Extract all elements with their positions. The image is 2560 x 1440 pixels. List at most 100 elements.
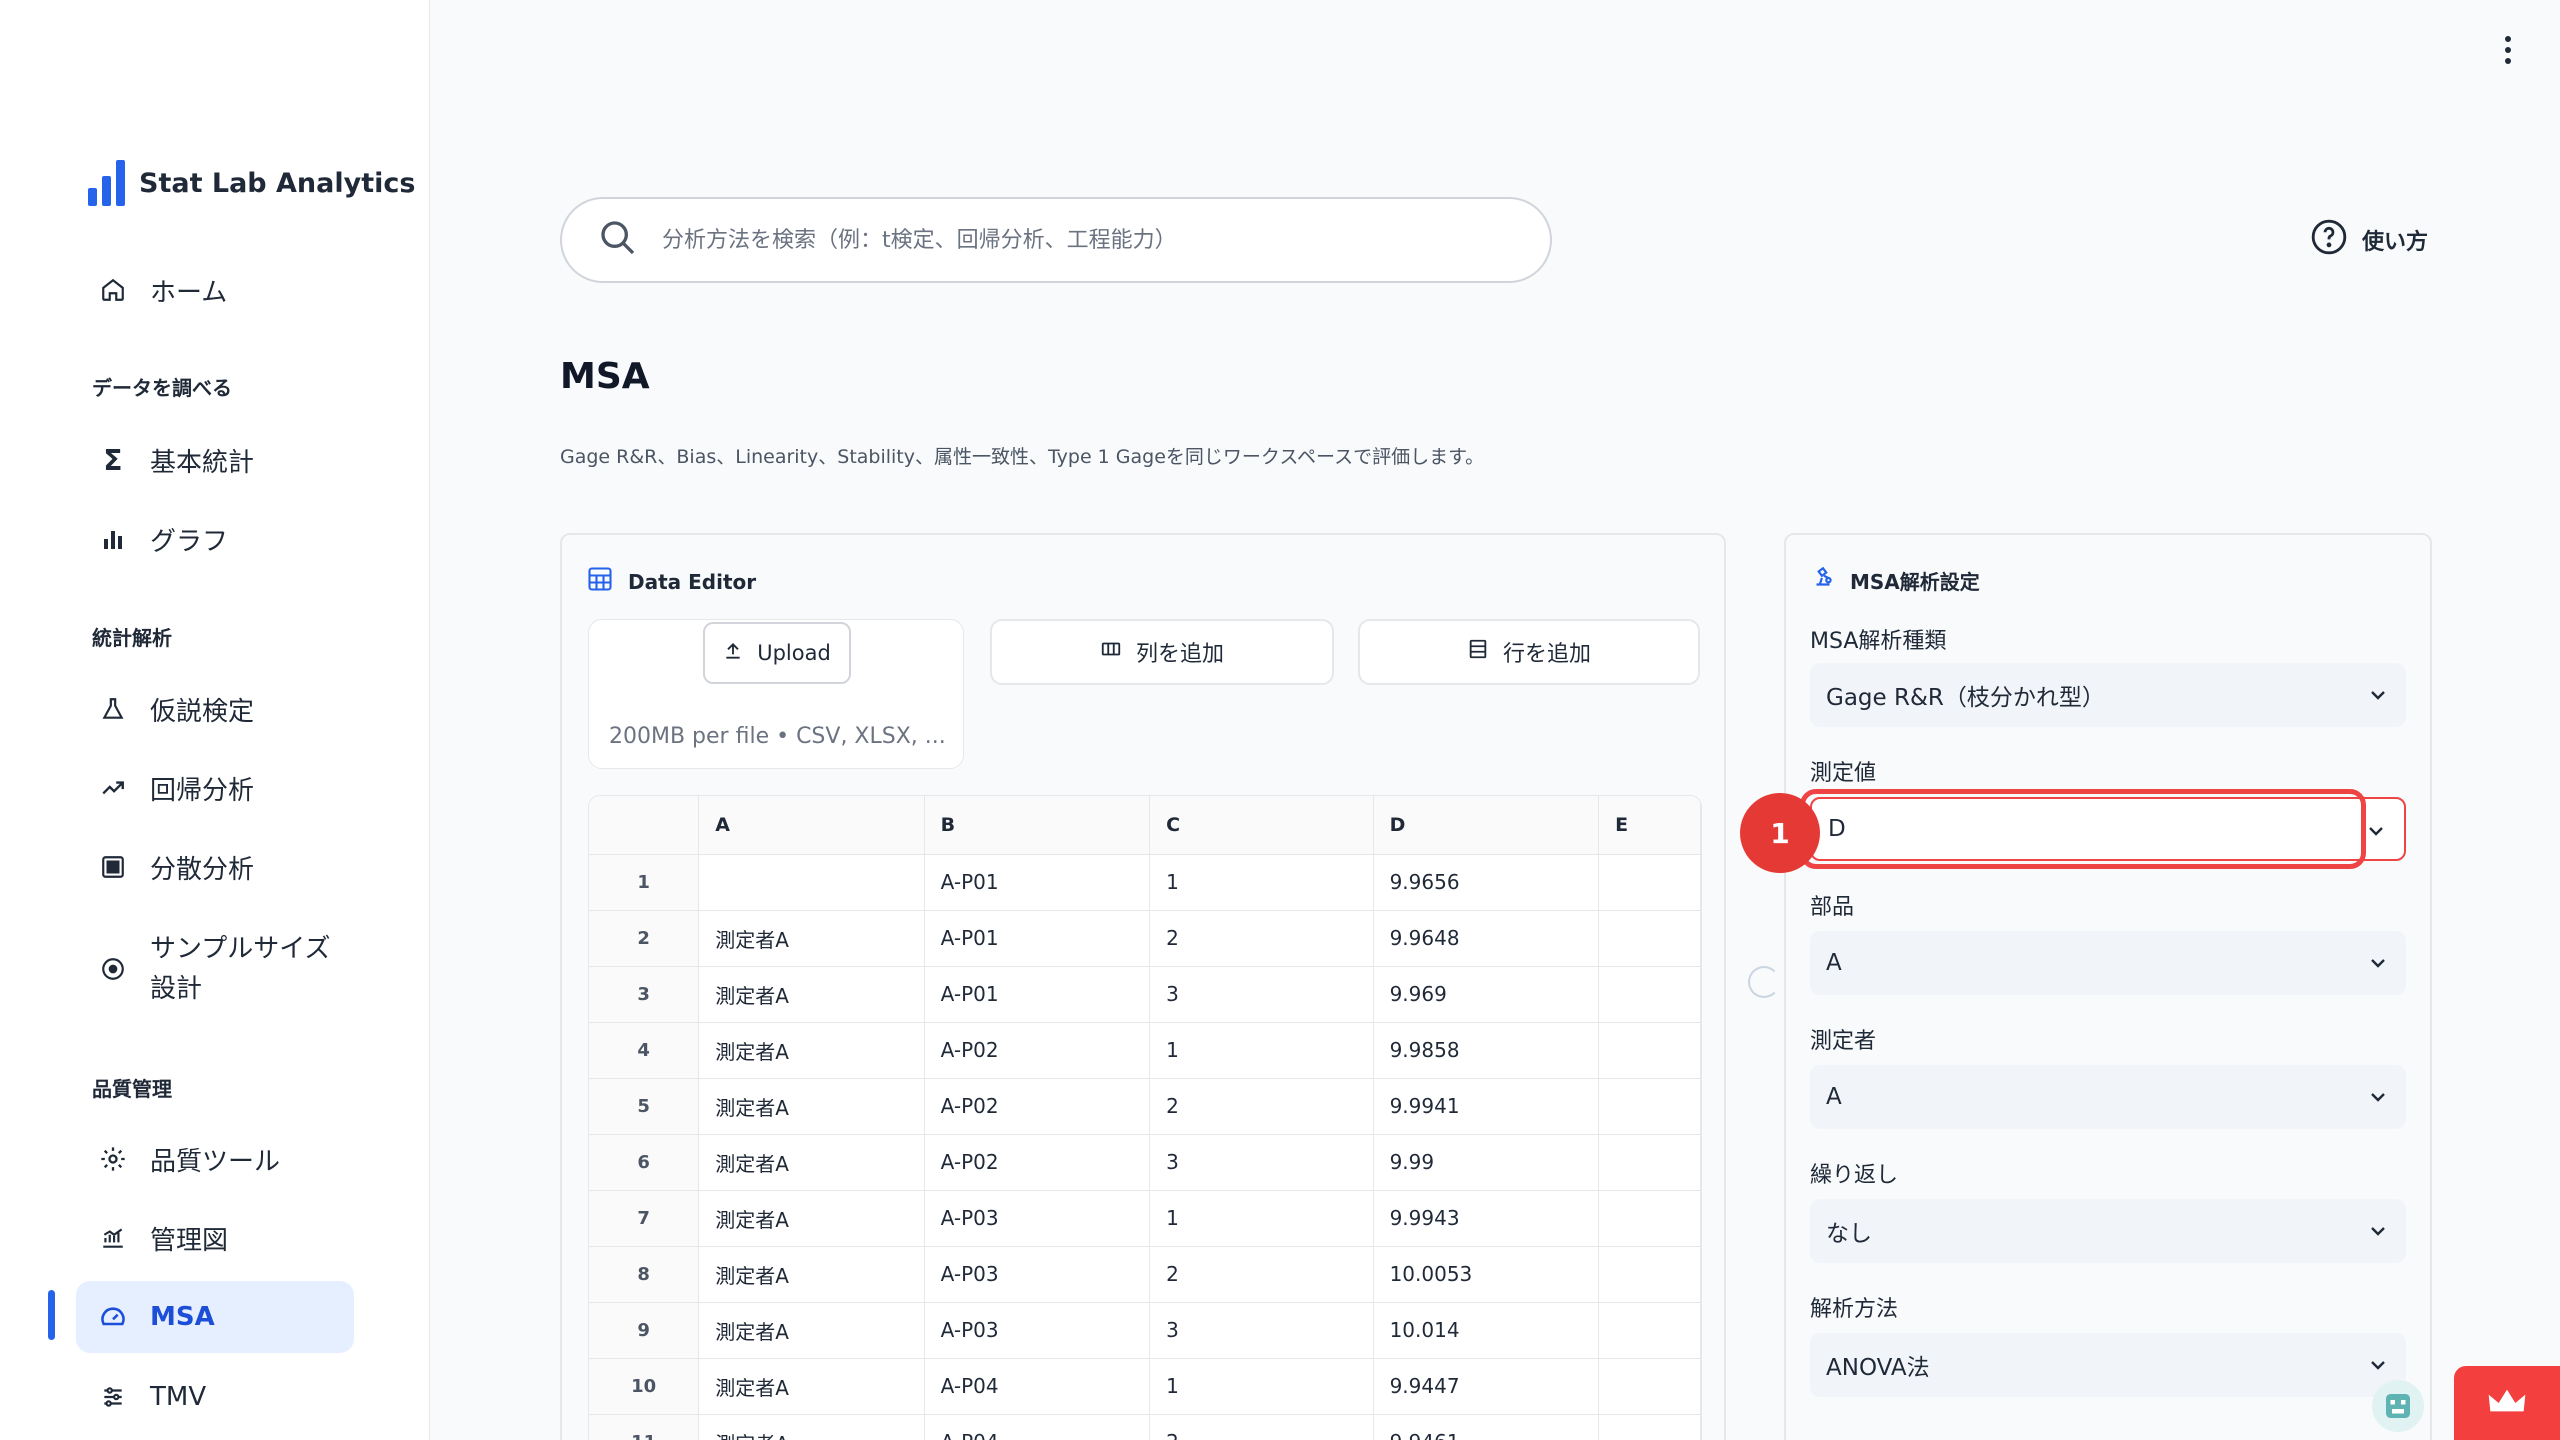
table-cell[interactable]: 9.9447: [1373, 1358, 1600, 1415]
table-cell[interactable]: 測定者A: [698, 1246, 925, 1303]
sidebar-item-sample-size[interactable]: サンプルサイズ 設計: [76, 924, 354, 1014]
table-cell[interactable]: A-P01: [924, 966, 1151, 1023]
table-cell[interactable]: [1598, 1078, 1701, 1135]
table-cell[interactable]: 1: [1149, 854, 1374, 911]
table-cell[interactable]: 2: [1149, 910, 1374, 967]
sidebar-item-anova[interactable]: 分散分析: [76, 831, 354, 903]
column-header[interactable]: B: [924, 796, 1151, 855]
table-cell[interactable]: 9.9941: [1373, 1078, 1600, 1135]
help-label: 使い方: [2362, 230, 2429, 255]
table-cell[interactable]: [1598, 1022, 1701, 1079]
add-column-button[interactable]: 列を追加: [990, 619, 1334, 685]
table-cell[interactable]: 2: [1149, 1078, 1374, 1135]
table-cell[interactable]: 3: [1149, 966, 1374, 1023]
table-row: 5 測定者A A-P02 2 9.9941: [589, 1078, 1701, 1135]
table-cell[interactable]: 1: [1149, 1358, 1374, 1415]
table-cell[interactable]: [1598, 1358, 1701, 1415]
add-column-label: 列を追加: [1135, 642, 1224, 667]
table-cell[interactable]: A-P03: [924, 1190, 1151, 1247]
table-cell[interactable]: 測定者A: [698, 1134, 925, 1191]
table-cell[interactable]: 測定者A: [698, 910, 925, 967]
table-cell[interactable]: [1598, 1134, 1701, 1191]
sidebar-item-hypothesis[interactable]: 仮説検定: [76, 673, 354, 745]
trend-icon: [98, 773, 128, 803]
table-cell[interactable]: 9.9943: [1373, 1190, 1600, 1247]
table-cell[interactable]: A-P03: [924, 1246, 1151, 1303]
upload-dropzone[interactable]: Upload 200MB per file • CSV, XLSX, ...: [588, 619, 964, 769]
sidebar-item-label: 仮説検定: [150, 696, 255, 727]
measurement-label: 測定値: [1810, 761, 1877, 786]
table-cell[interactable]: 測定者A: [698, 1078, 925, 1135]
table-cell[interactable]: A-P03: [924, 1302, 1151, 1359]
sidebar-item-msa[interactable]: MSA: [76, 1281, 354, 1353]
assistant-avatar-icon[interactable]: [2372, 1380, 2424, 1432]
table-cell[interactable]: [1598, 1190, 1701, 1247]
crown-icon[interactable]: [2454, 1366, 2560, 1440]
table-cell[interactable]: A-P01: [924, 854, 1151, 911]
method-select[interactable]: ANOVA法: [1810, 1333, 2406, 1397]
sidebar-item-control-chart[interactable]: 管理図: [76, 1202, 354, 1274]
row-number: 6: [589, 1134, 700, 1191]
table-cell[interactable]: 1: [1149, 1190, 1374, 1247]
table-cell[interactable]: A-P04: [924, 1414, 1151, 1440]
sidebar-item-quality-tools[interactable]: 品質ツール: [76, 1123, 354, 1195]
table-cell[interactable]: 9.99: [1373, 1134, 1600, 1191]
table-cell[interactable]: [1598, 1302, 1701, 1359]
analysis-type-select[interactable]: Gage R&R（枝分かれ型）: [1810, 663, 2406, 727]
replicate-select[interactable]: なし: [1810, 1199, 2406, 1263]
table-cell[interactable]: A-P01: [924, 910, 1151, 967]
column-header[interactable]: D: [1373, 796, 1600, 855]
sidebar-item-basic-stats[interactable]: Σ 基本統計: [76, 424, 354, 496]
table-cell[interactable]: A-P02: [924, 1134, 1151, 1191]
table-cell[interactable]: 2: [1149, 1246, 1374, 1303]
upload-button[interactable]: Upload: [703, 622, 851, 684]
table-cell[interactable]: [1598, 854, 1701, 911]
msa-settings-card: MSA解析設定 MSA解析種類 Gage R&R（枝分かれ型） 測定値 D 部品…: [1784, 533, 2432, 1440]
more-menu-icon[interactable]: [2494, 32, 2522, 68]
table-cell[interactable]: 測定者A: [698, 1022, 925, 1079]
brand[interactable]: Stat Lab Analytics: [88, 160, 415, 206]
table-cell[interactable]: 測定者A: [698, 966, 925, 1023]
table-cell[interactable]: 10.0053: [1373, 1246, 1600, 1303]
table-cell[interactable]: [1598, 966, 1701, 1023]
row-number: 7: [589, 1190, 700, 1247]
part-select[interactable]: A: [1810, 931, 2406, 995]
help-button[interactable]: 使い方: [2310, 218, 2428, 262]
table-cell[interactable]: 3: [1149, 1302, 1374, 1359]
grid-icon: [98, 852, 128, 882]
table-row: 8 測定者A A-P03 2 10.0053: [589, 1246, 1701, 1303]
table-cell[interactable]: 測定者A: [698, 1302, 925, 1359]
search-bar[interactable]: [560, 197, 1552, 283]
sidebar-item-tmv[interactable]: TMV: [76, 1361, 354, 1433]
table-cell[interactable]: [1598, 910, 1701, 967]
column-header[interactable]: C: [1149, 796, 1374, 855]
data-grid[interactable]: A B C D E 1 A-P01 1 9.9656 2 測定者A A-P01 2 9.9648…: [588, 795, 1702, 1440]
table-cell[interactable]: 2: [1149, 1414, 1374, 1440]
table-cell[interactable]: 9.9648: [1373, 910, 1600, 967]
table-cell[interactable]: 9.969: [1373, 966, 1600, 1023]
table-cell[interactable]: A-P04: [924, 1358, 1151, 1415]
table-cell[interactable]: [698, 854, 925, 911]
search-input[interactable]: [662, 227, 1482, 253]
table-cell[interactable]: 9.9656: [1373, 854, 1600, 911]
column-header[interactable]: E: [1598, 796, 1701, 855]
table-cell[interactable]: A-P02: [924, 1022, 1151, 1079]
table-cell[interactable]: [1598, 1414, 1701, 1440]
table-cell[interactable]: 9.9461: [1373, 1414, 1600, 1440]
table-cell[interactable]: A-P02: [924, 1078, 1151, 1135]
table-cell[interactable]: 測定者A: [698, 1358, 925, 1415]
sidebar-item-regression[interactable]: 回帰分析: [76, 752, 354, 824]
table-cell[interactable]: 測定者A: [698, 1190, 925, 1247]
table-cell[interactable]: 3: [1149, 1134, 1374, 1191]
table-cell[interactable]: 測定者A: [698, 1414, 925, 1440]
column-header[interactable]: A: [698, 796, 925, 855]
add-row-button[interactable]: 行を追加: [1358, 619, 1700, 685]
table-cell[interactable]: 10.014: [1373, 1302, 1600, 1359]
sidebar-item-graph[interactable]: グラフ: [76, 503, 354, 575]
table-cell[interactable]: [1598, 1246, 1701, 1303]
operator-select[interactable]: A: [1810, 1065, 2406, 1129]
section-label-explore: データを調べる: [92, 376, 232, 400]
table-cell[interactable]: 1: [1149, 1022, 1374, 1079]
table-cell[interactable]: 9.9858: [1373, 1022, 1600, 1079]
sidebar-item-home[interactable]: ホーム: [76, 254, 354, 326]
